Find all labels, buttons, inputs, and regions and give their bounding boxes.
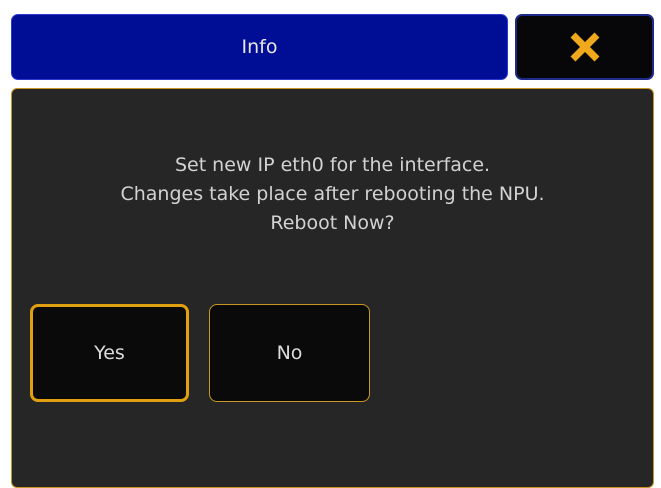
yes-button[interactable]: Yes <box>30 304 189 402</box>
dialog-body: Set new IP eth0 for the interface. Chang… <box>11 88 654 488</box>
message-line: Changes take place after rebooting the N… <box>120 183 545 205</box>
dialog-title: Info <box>241 36 278 58</box>
message-line: Reboot Now? <box>270 212 395 234</box>
dialog-title-bar: Info <box>11 14 508 80</box>
no-button-label: No <box>276 342 303 364</box>
no-button[interactable]: No <box>209 304 370 402</box>
close-icon <box>568 31 602 63</box>
close-button[interactable] <box>515 14 654 80</box>
yes-button-label: Yes <box>94 342 125 364</box>
dialog-message: Set new IP eth0 for the interface. Chang… <box>12 151 653 238</box>
message-line: Set new IP eth0 for the interface. <box>174 154 491 176</box>
